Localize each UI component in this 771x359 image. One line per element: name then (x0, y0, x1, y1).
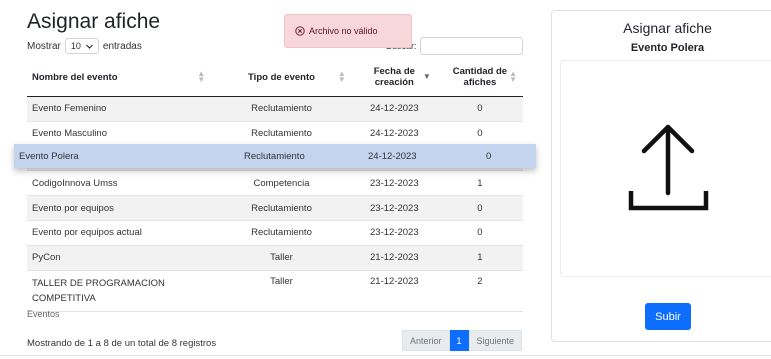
column-header-type[interactable]: Tipo de evento ▲ ▼ (211, 58, 352, 97)
header-label: Fecha de creación (373, 66, 415, 88)
cell-type: Taller (211, 270, 352, 312)
length-prefix: Mostrar (27, 40, 61, 52)
table-caption: Eventos (27, 309, 60, 319)
cell-count: 1 (436, 245, 523, 271)
cell-name: PyCon (27, 245, 212, 271)
cell-count: 0 (436, 220, 523, 246)
cell-date: 23-12-2023 (351, 220, 437, 246)
cell-type: Reclutamiento (211, 195, 352, 221)
cell-date: 21-12-2023 (351, 270, 437, 312)
cell-name: TALLER DE PROGRAMACION COMPETITIVA (27, 270, 212, 312)
cell-date: 23-12-2023 (351, 195, 437, 221)
chevron-down-icon (85, 44, 93, 49)
cell-count: 1 (436, 170, 523, 197)
events-table: Nombre del evento ▲ ▼ Tipo de evento ▲ ▼ F… (27, 58, 523, 312)
search-input[interactable] (419, 37, 523, 55)
header-label: Cantidad de afiches (452, 66, 508, 88)
header-label: Tipo de evento (248, 71, 315, 83)
dragged-table-row[interactable]: Evento Polera Reclutamiento 24-12-2023 0 (14, 144, 536, 168)
sort-desc-icon: ▼ (422, 72, 431, 81)
cell-type: Competencia (211, 170, 352, 197)
cell-date: 23-12-2023 (351, 170, 437, 197)
cell-type: Reclutamiento (211, 121, 352, 147)
length-suffix: entradas (102, 40, 142, 52)
column-header-count[interactable]: Cantidad de afiches ▲ ▼ (436, 58, 523, 97)
cell-date: 24-12-2023 (351, 121, 437, 147)
table-row[interactable]: PyCon Taller 21-12-2023 1 (27, 245, 523, 271)
cell-count: 0 (436, 195, 523, 221)
error-toast: Archivo no válido (284, 14, 412, 48)
cell-type: Reclutamiento (244, 151, 305, 162)
cell-count: 0 (436, 96, 523, 122)
table-row[interactable]: Evento Masculino Reclutamiento 24-12-202… (27, 121, 523, 147)
cell-count: 2 (436, 270, 523, 312)
page-length-value: 10 (70, 41, 81, 51)
upload-icon (628, 124, 709, 211)
cell-date: 24-12-2023 (351, 96, 437, 122)
table-row[interactable]: TALLER DE PROGRAMACION COMPETITIVA Talle… (27, 270, 523, 312)
page-length-select[interactable]: 10 (64, 38, 99, 54)
cell-name: Evento Masculino (27, 121, 212, 147)
table-row[interactable]: Evento por equipos Reclutamiento 23-12-2… (27, 195, 523, 221)
upload-button[interactable]: Subir (645, 303, 691, 330)
table-info: Mostrando de 1 a 8 de un total de 8 regi… (27, 338, 217, 349)
header-label: Nombre del evento (32, 71, 118, 83)
pagination-page[interactable]: 1 (449, 330, 469, 351)
card-title: Asignar afiche (623, 20, 712, 36)
sort-icon: ▲ ▼ (509, 69, 517, 84)
divider (0, 355, 771, 356)
pagination-prev[interactable]: Anterior (402, 330, 450, 351)
close-circle-icon[interactable] (295, 26, 305, 36)
card-event-name: Evento Polera (630, 42, 705, 54)
cell-date: 21-12-2023 (351, 245, 437, 271)
table-row[interactable]: Evento Femenino Reclutamiento 24-12-2023… (27, 96, 523, 122)
cell-date: 24-12-2023 (368, 151, 417, 162)
column-header-name[interactable]: Nombre del evento ▲ ▼ (27, 58, 212, 97)
pagination-next[interactable]: Siguiente (468, 330, 523, 351)
cell-name: CodigoInnova Umss (27, 170, 212, 197)
table-row[interactable]: Evento por equipos actual Reclutamiento … (27, 220, 523, 246)
cell-name: Evento por equipos (27, 195, 212, 221)
pagination: Anterior 1 Siguiente (402, 330, 523, 351)
cell-name: Evento por equipos actual (27, 220, 212, 246)
sort-icon: ▲ ▼ (197, 69, 206, 84)
cell-type: Reclutamiento (211, 220, 352, 246)
table-row[interactable]: CodigoInnova Umss Competencia 23-12-2023… (27, 170, 523, 197)
cell-type: Reclutamiento (211, 96, 352, 122)
cell-name: Evento Polera (19, 151, 79, 162)
cell-name: Evento Femenino (27, 96, 212, 122)
sort-icon: ▲ ▼ (337, 69, 346, 84)
page-length-control: Mostrar 10 entradas (27, 38, 142, 54)
cell-type: Taller (211, 245, 352, 271)
page-title: Asignar afiche (27, 10, 161, 33)
cell-count: 0 (486, 151, 492, 162)
column-header-date[interactable]: Fecha de creación ▼ (351, 58, 437, 97)
toast-message: Archivo no válido (309, 26, 378, 36)
cell-count: 0 (436, 121, 523, 147)
